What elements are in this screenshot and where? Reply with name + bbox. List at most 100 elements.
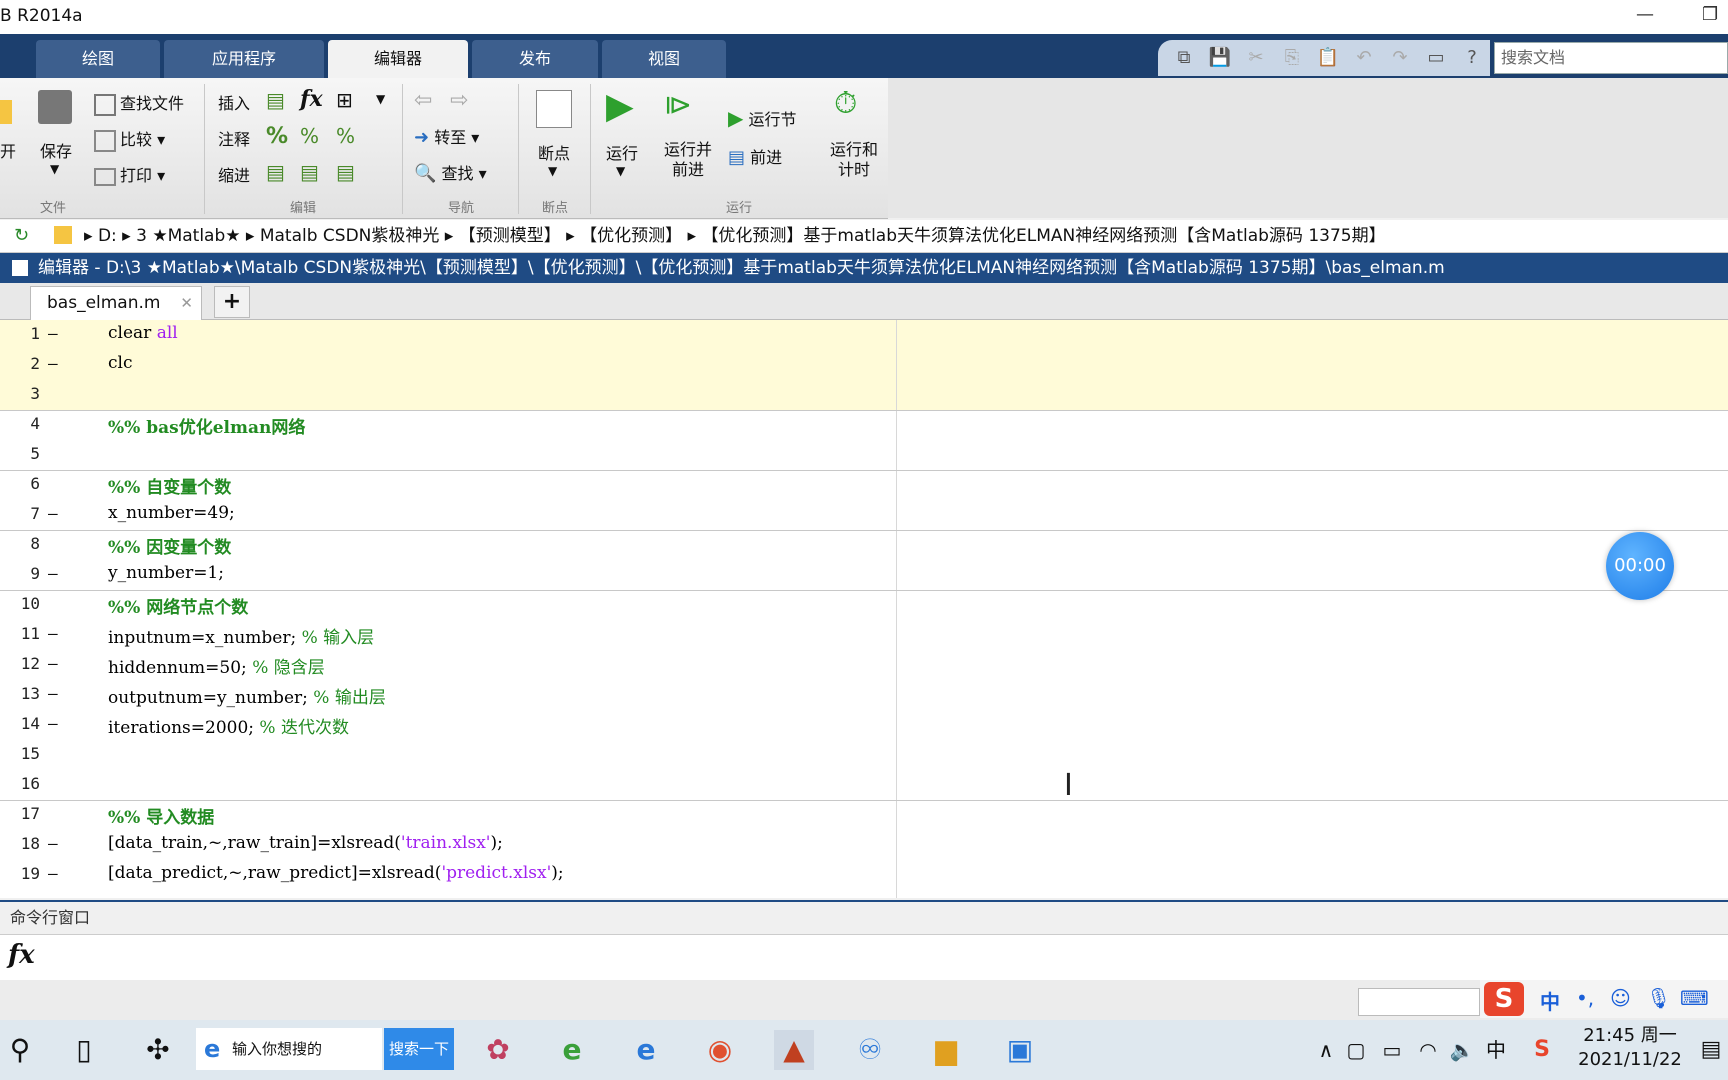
breadcrumb-item[interactable]: 【预测模型】	[459, 226, 561, 246]
find-file-button[interactable]: 查找文件	[94, 90, 184, 116]
task-view-icon[interactable]: ▯	[64, 1030, 104, 1070]
ie-browser-icon[interactable]: e	[552, 1030, 592, 1070]
run-and-time-icon[interactable]: ⏱	[834, 86, 857, 121]
minimize-button[interactable]: —	[1636, 4, 1654, 25]
code-line[interactable]: %% 因变量个数	[108, 533, 231, 558]
goto-button[interactable]: ➜ 转至 ▾	[414, 124, 479, 148]
close-tab-icon[interactable]: ✕	[180, 287, 193, 319]
function-help-icon[interactable]: ⊞	[336, 88, 353, 112]
photos-icon[interactable]: ▣	[1000, 1030, 1040, 1070]
flower-app-icon[interactable]: ✿	[478, 1030, 518, 1070]
paste-icon[interactable]: 📋	[1316, 46, 1340, 70]
code-line[interactable]: [data_train,~,raw_train]=xlsread('train.…	[108, 833, 503, 853]
file-explorer-icon[interactable]: ▆	[926, 1030, 966, 1070]
breakpoint-marker[interactable]: –	[48, 654, 58, 673]
notification-icon[interactable]: ▤	[1696, 1030, 1726, 1070]
smart-indent-icon[interactable]: ▤	[266, 160, 285, 184]
code-line[interactable]: outputnum=y_number; % 输出层	[108, 683, 386, 708]
run-advance-icon[interactable]: ⧐	[664, 88, 692, 121]
search-icon[interactable]: ⚲	[0, 1030, 40, 1070]
find-button[interactable]: 🔍 查找 ▾	[414, 160, 487, 184]
recording-timer[interactable]: 00:00	[1606, 532, 1674, 600]
cut-icon[interactable]: ✂	[1244, 46, 1268, 70]
run-icon[interactable]: ▶	[606, 86, 634, 127]
breakpoint-marker[interactable]: –	[48, 354, 58, 373]
file-tab-bas-elman[interactable]: bas_elman.m ✕	[30, 286, 202, 320]
matlab-icon[interactable]: ▲	[774, 1030, 814, 1070]
breakpoint-marker[interactable]: –	[48, 864, 58, 883]
ime-indicator[interactable]: 中	[1476, 1030, 1516, 1070]
code-line[interactable]: y_number=1;	[108, 563, 224, 583]
code-line[interactable]: iterations=2000; % 迭代次数	[108, 713, 349, 738]
save-big-button[interactable]	[38, 90, 76, 124]
code-line[interactable]: hiddennum=50; % 隐含层	[108, 653, 325, 678]
undo-icon[interactable]: ↶	[1352, 46, 1376, 70]
ime-chinese-mode[interactable]: 中	[1540, 986, 1560, 1015]
run-advance-label[interactable]: 运行并 前进	[660, 140, 716, 180]
breadcrumb-item[interactable]: 【优化预测】基于matlab天牛须算法优化ELMAN神经网络预测【含Matlab…	[701, 226, 1385, 246]
code-line[interactable]: %% 导入数据	[108, 803, 214, 828]
run-section-button[interactable]: ▶ 运行节	[728, 106, 797, 130]
breakpoints-button[interactable]	[536, 90, 576, 128]
browser-icon[interactable]: e	[626, 1030, 666, 1070]
current-folder-bar[interactable]: ↻ ▸ D: ▸ 3 ★Matlab★ ▸ Matalb CSDN紫极神光 ▸ …	[0, 220, 1728, 253]
back-arrow-icon[interactable]: ⇦	[414, 88, 432, 113]
code-line[interactable]: [data_predict,~,raw_predict]=xlsread('pr…	[108, 863, 564, 883]
insert-button[interactable]: 插入	[218, 90, 250, 114]
breakpoint-marker[interactable]: –	[48, 324, 58, 343]
taskbar-clock[interactable]: 21:45 周一 2021/11/22	[1570, 1024, 1690, 1072]
pinwheel-app-icon[interactable]: ✣	[138, 1030, 178, 1070]
advance-button[interactable]: ▤ 前进	[728, 144, 782, 168]
redo-icon[interactable]: ↷	[1388, 46, 1412, 70]
tab-plots[interactable]: 绘图	[36, 40, 160, 78]
browse-folder-icon[interactable]: ↻	[14, 220, 29, 252]
run-and-time-label[interactable]: 运行和 计时	[826, 140, 882, 180]
run-dropdown-icon[interactable]: ▼	[616, 164, 625, 178]
wrap-comment-icon[interactable]: %	[336, 124, 355, 148]
sogou-logo-icon[interactable]: S	[1484, 982, 1524, 1016]
code-line[interactable]: clear all	[108, 323, 178, 343]
microphone-icon[interactable]: 🎙	[1646, 986, 1671, 1010]
new-tab-button[interactable]: +	[214, 286, 250, 318]
function-browser-icon[interactable]: fx	[8, 940, 35, 970]
code-line[interactable]: %% 网络节点个数	[108, 593, 248, 618]
save-dropdown-icon[interactable]: ▼	[50, 162, 59, 176]
print-button[interactable]: 打印 ▾	[94, 162, 165, 186]
breakpoint-marker[interactable]: –	[48, 684, 58, 703]
code-line[interactable]: %% 自变量个数	[108, 473, 231, 498]
color-app-icon[interactable]: ◉	[700, 1030, 740, 1070]
emoji-icon[interactable]: ☺	[1610, 986, 1631, 1010]
forward-arrow-icon[interactable]: ⇨	[450, 88, 468, 113]
comment-button[interactable]: 注释	[218, 126, 250, 150]
run-label[interactable]: 运行	[606, 140, 638, 164]
indent-button[interactable]: 缩进	[218, 162, 250, 186]
breadcrumb-item[interactable]: D:	[98, 226, 117, 246]
ime-toolbar[interactable]: S 中 •, ☺ 🎙 ⌨	[1480, 980, 1728, 1018]
code-line[interactable]: %% bas优化elman网络	[108, 413, 305, 438]
copy-icon[interactable]: ⎘	[1280, 46, 1304, 70]
insert-section-icon[interactable]: ▤	[266, 88, 285, 112]
insert-dropdown-icon[interactable]: ▼	[376, 92, 385, 106]
breakpoint-marker[interactable]: –	[48, 624, 58, 643]
uncomment-icon[interactable]: %	[300, 124, 319, 148]
breadcrumb-item[interactable]: Matalb CSDN紫极神光	[260, 226, 440, 246]
sogou-tray-icon[interactable]: S	[1522, 1030, 1562, 1070]
breakpoint-marker[interactable]: –	[48, 564, 58, 583]
sync-app-icon[interactable]: ♾	[850, 1030, 890, 1070]
taskbar-search-button[interactable]: 搜索一下	[384, 1028, 454, 1070]
command-window-input[interactable]	[0, 934, 1728, 981]
code-line[interactable]: x_number=49;	[108, 503, 235, 523]
breadcrumb-item[interactable]: 【优化预测】	[580, 226, 682, 246]
tab-view[interactable]: 视图	[602, 40, 726, 78]
search-docs-input[interactable]: 搜索文档	[1494, 42, 1728, 74]
code-line[interactable]: clc	[108, 353, 132, 373]
breakpoint-marker[interactable]: –	[48, 714, 58, 733]
punctuation-icon[interactable]: •,	[1576, 986, 1594, 1010]
tray-app-icon[interactable]: ▢	[1336, 1030, 1376, 1070]
battery-icon[interactable]: ▭	[1372, 1030, 1412, 1070]
keyboard-icon[interactable]: ⌨	[1680, 986, 1709, 1010]
switch-windows-icon[interactable]: ▭	[1424, 46, 1448, 70]
help-icon[interactable]: ?	[1460, 46, 1484, 70]
increase-indent-icon[interactable]: ▤	[336, 160, 355, 184]
decrease-indent-icon[interactable]: ▤	[300, 160, 319, 184]
